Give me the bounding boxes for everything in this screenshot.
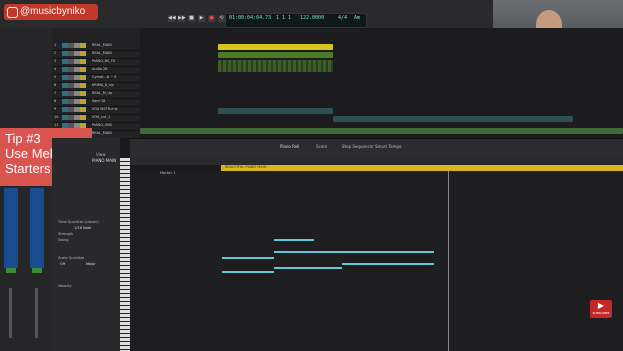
time-quantize-value[interactable]: 1/16 Note [74,226,91,230]
midi-note[interactable] [342,251,434,253]
scale-quantize-label: Scale Quantize [58,256,85,260]
lcd-bars: 1 1 1 [276,15,292,21]
region[interactable] [218,44,333,50]
midi-note[interactable] [274,251,314,253]
marker-label: Marker 1 [160,171,176,175]
region[interactable] [333,116,573,122]
midi-note[interactable] [314,251,342,253]
piano-roll-inspector: PIANO MAIN Time Quantize (classic) 1/16 … [52,138,120,351]
handle-text: @musicbyniko [20,6,86,17]
track-list: 1 REAL_MAIN 2 REAL_MAIN 3 PIANO_BS_FX 4 Audi… [52,28,140,139]
fader-button[interactable] [32,268,42,273]
piano-roll-grid[interactable]: Marker 1 [130,171,623,351]
region[interactable] [218,60,333,72]
lcd-time: 01:00:04:04.73 [229,15,272,21]
volume-fader[interactable] [9,288,12,338]
instagram-handle-badge: @musicbyniko [4,4,98,20]
subscribe-text: SUBSCRIBE [592,311,610,315]
cycle-button[interactable]: ⟲ [218,15,225,22]
swing-label: Swing [58,238,69,242]
play-button[interactable]: ▶ [198,15,205,22]
lcd-bpm: 122.0000 [300,15,325,21]
strength-label: Strength [58,232,74,236]
plugin-slot-list[interactable] [4,188,18,268]
arrange-area[interactable] [140,28,623,138]
playhead[interactable] [448,171,449,351]
fader-button[interactable] [6,268,16,273]
lcd-sig: 4/4 [338,15,348,21]
left-inspector [0,28,53,351]
region[interactable] [218,108,333,114]
stop-button[interactable]: ■ [188,15,195,22]
view-menu[interactable]: View [96,152,106,157]
midi-note[interactable] [274,239,314,241]
lcd-key: Am [354,15,361,21]
editor-ruler[interactable] [130,158,623,165]
velocity-label: Velocity [58,284,72,288]
scale-major[interactable]: Major [86,262,96,266]
tab-step-sequencer[interactable]: Step Sequencer [342,144,374,149]
lcd-display: 01:00:04:04.73 1 1 1 122.0000 4/4 Am [225,13,367,28]
subscribe-badge[interactable]: ▶ SUBSCRIBE [590,300,612,318]
record-button[interactable]: ● [208,15,215,22]
midi-note[interactable] [274,267,342,269]
tab-piano-roll[interactable]: Piano Roll [280,144,299,149]
midi-note[interactable] [222,257,274,259]
region-label: BEAUTIFUL PIANO MAIN [225,165,267,169]
youtube-icon: ▶ [597,301,605,310]
midi-note[interactable] [342,263,434,265]
scale-off[interactable]: Off [60,262,65,266]
inspector-title: PIANO MAIN [92,158,117,163]
volume-fader[interactable] [35,288,38,338]
instagram-icon [7,7,18,18]
piano-keyboard[interactable] [120,158,130,351]
plugin-slot-list[interactable] [30,188,44,268]
region[interactable] [218,52,333,58]
time-quantize-label: Time Quantize (classic) [58,220,99,224]
tab-score[interactable]: Score [316,144,327,149]
editor-header: Piano Roll Score Step Sequencer Smart Te… [96,138,623,159]
midi-note[interactable] [222,271,274,273]
rewind-button[interactable]: ◀◀ [168,15,176,22]
region[interactable] [140,128,623,134]
tab-smart-tempo[interactable]: Smart Tempo [375,144,401,149]
forward-button[interactable]: ▶▶ [178,15,186,22]
